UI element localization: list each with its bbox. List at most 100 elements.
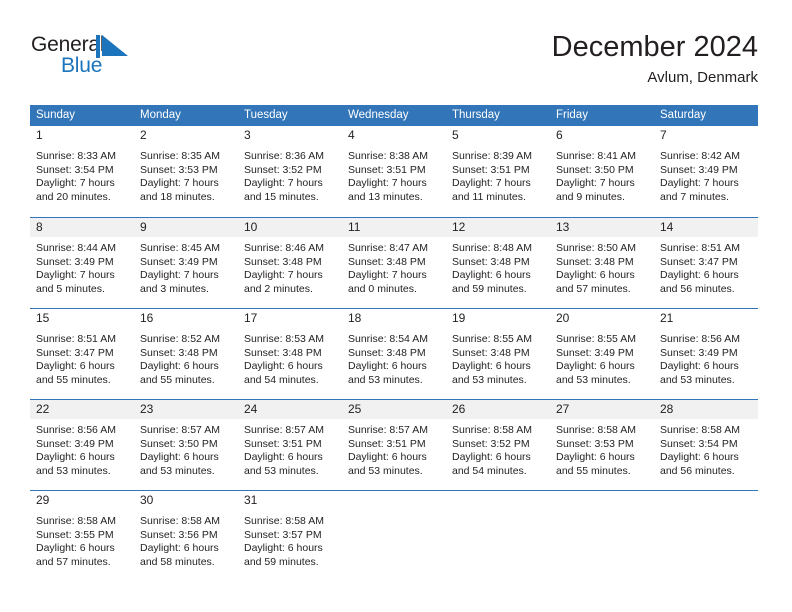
calendar-day-cell[interactable]: 2 Sunrise: 8:35 AM Sunset: 3:53 PM Daylight… xyxy=(134,126,238,217)
day-number: 17 xyxy=(238,309,342,328)
day-sun-info: Sunrise: 8:56 AM Sunset: 3:49 PM Daylight:… xyxy=(654,328,758,387)
calendar-day-cell[interactable]: 15 Sunrise: 8:51 AM Sunset: 3:47 PM Dayligh… xyxy=(30,309,134,399)
calendar-day-cell[interactable]: 6 Sunrise: 8:41 AM Sunset: 3:50 PM Daylight… xyxy=(550,126,654,217)
day-sun-info: Sunrise: 8:48 AM Sunset: 3:48 PM Daylight:… xyxy=(446,237,550,296)
calendar-day-cell[interactable]: 12 Sunrise: 8:48 AM Sunset: 3:48 PM Dayligh… xyxy=(446,218,550,308)
day-number xyxy=(550,491,654,510)
sunrise-text: Sunrise: 8:57 AM xyxy=(140,424,220,436)
daylight-text-line1: Daylight: 6 hours xyxy=(244,542,323,555)
calendar-day-cell[interactable]: 30 Sunrise: 8:58 AM Sunset: 3:56 PM Dayligh… xyxy=(134,491,238,581)
day-sun-info: Sunrise: 8:36 AM Sunset: 3:52 PM Daylight:… xyxy=(238,145,342,204)
day-sun-info: Sunrise: 8:46 AM Sunset: 3:48 PM Daylight:… xyxy=(238,237,342,296)
sunset-text: Sunset: 3:49 PM xyxy=(660,346,738,359)
day-number: 7 xyxy=(654,126,758,145)
day-sun-info: Sunrise: 8:44 AM Sunset: 3:49 PM Daylight:… xyxy=(30,237,134,296)
calendar-day-cell[interactable]: 21 Sunrise: 8:56 AM Sunset: 3:49 PM Dayligh… xyxy=(654,309,758,399)
calendar-grid: Sunday Monday Tuesday Wednesday Thursday… xyxy=(30,105,758,581)
day-sun-info: Sunrise: 8:45 AM Sunset: 3:49 PM Daylight:… xyxy=(134,237,238,296)
calendar-day-cell[interactable]: 10 Sunrise: 8:46 AM Sunset: 3:48 PM Dayligh… xyxy=(238,218,342,308)
sunrise-text: Sunrise: 8:38 AM xyxy=(348,150,428,162)
sunrise-text: Sunrise: 8:51 AM xyxy=(36,333,116,345)
day-sun-info: Sunrise: 8:56 AM Sunset: 3:49 PM Daylight:… xyxy=(30,419,134,478)
calendar-day-cell[interactable]: 3 Sunrise: 8:36 AM Sunset: 3:52 PM Daylight… xyxy=(238,126,342,217)
daylight-text-line1: Daylight: 6 hours xyxy=(348,451,427,464)
calendar-day-cell[interactable]: 17 Sunrise: 8:53 AM Sunset: 3:48 PM Dayligh… xyxy=(238,309,342,399)
calendar-day-cell[interactable]: 1 Sunrise: 8:33 AM Sunset: 3:54 PM Daylight… xyxy=(30,126,134,217)
daylight-text-line2: and 55 minutes. xyxy=(140,373,215,386)
sunset-text: Sunset: 3:48 PM xyxy=(140,346,218,359)
sunset-text: Sunset: 3:50 PM xyxy=(140,437,218,450)
weekday-header-sunday: Sunday xyxy=(36,109,76,121)
daylight-text-line1: Daylight: 6 hours xyxy=(452,269,531,282)
day-sun-info: Sunrise: 8:51 AM Sunset: 3:47 PM Daylight:… xyxy=(30,328,134,387)
daylight-text-line2: and 53 minutes. xyxy=(348,373,423,386)
weekday-header-wednesday: Wednesday xyxy=(348,109,409,121)
sunset-text: Sunset: 3:57 PM xyxy=(244,528,322,541)
day-number: 27 xyxy=(550,400,654,419)
page-title: December 2024 xyxy=(551,31,758,63)
daylight-text-line1: Daylight: 7 hours xyxy=(140,177,219,190)
day-sun-info: Sunrise: 8:57 AM Sunset: 3:51 PM Daylight:… xyxy=(238,419,342,478)
day-number xyxy=(342,491,446,510)
daylight-text-line1: Daylight: 6 hours xyxy=(452,451,531,464)
calendar-day-cell[interactable]: 4 Sunrise: 8:38 AM Sunset: 3:51 PM Daylight… xyxy=(342,126,446,217)
sunset-text: Sunset: 3:51 PM xyxy=(244,437,322,450)
calendar-day-cell[interactable]: 20 Sunrise: 8:55 AM Sunset: 3:49 PM Dayligh… xyxy=(550,309,654,399)
calendar-day-cell[interactable]: 16 Sunrise: 8:52 AM Sunset: 3:48 PM Dayligh… xyxy=(134,309,238,399)
sunrise-text: Sunrise: 8:58 AM xyxy=(244,515,324,527)
day-number: 29 xyxy=(30,491,134,510)
sunset-text: Sunset: 3:48 PM xyxy=(556,255,634,268)
day-sun-info xyxy=(342,510,446,515)
calendar-day-cell[interactable]: 18 Sunrise: 8:54 AM Sunset: 3:48 PM Dayligh… xyxy=(342,309,446,399)
day-number: 28 xyxy=(654,400,758,419)
sunset-text: Sunset: 3:52 PM xyxy=(452,437,530,450)
sunset-text: Sunset: 3:49 PM xyxy=(660,163,738,176)
daylight-text-line1: Daylight: 7 hours xyxy=(140,269,219,282)
weekday-header-friday: Friday xyxy=(556,109,588,121)
daylight-text-line1: Daylight: 6 hours xyxy=(244,451,323,464)
calendar-day-cell-empty xyxy=(342,491,446,581)
day-sun-info: Sunrise: 8:58 AM Sunset: 3:52 PM Daylight:… xyxy=(446,419,550,478)
daylight-text-line2: and 53 minutes. xyxy=(348,464,423,477)
day-number: 14 xyxy=(654,218,758,237)
calendar-day-cell-empty xyxy=(550,491,654,581)
sunset-text: Sunset: 3:48 PM xyxy=(348,255,426,268)
daylight-text-line1: Daylight: 6 hours xyxy=(452,360,531,373)
day-sun-info: Sunrise: 8:35 AM Sunset: 3:53 PM Daylight:… xyxy=(134,145,238,204)
calendar-day-cell[interactable]: 14 Sunrise: 8:51 AM Sunset: 3:47 PM Dayligh… xyxy=(654,218,758,308)
weekday-header-thursday: Thursday xyxy=(452,109,500,121)
calendar-day-cell[interactable]: 5 Sunrise: 8:39 AM Sunset: 3:51 PM Daylight… xyxy=(446,126,550,217)
calendar-day-cell[interactable]: 9 Sunrise: 8:45 AM Sunset: 3:49 PM Daylight… xyxy=(134,218,238,308)
calendar-day-cell[interactable]: 26 Sunrise: 8:58 AM Sunset: 3:52 PM Dayligh… xyxy=(446,400,550,490)
calendar-day-cell[interactable]: 7 Sunrise: 8:42 AM Sunset: 3:49 PM Daylight… xyxy=(654,126,758,217)
calendar-day-cell[interactable]: 24 Sunrise: 8:57 AM Sunset: 3:51 PM Dayligh… xyxy=(238,400,342,490)
daylight-text-line2: and 54 minutes. xyxy=(244,373,319,386)
sunset-text: Sunset: 3:47 PM xyxy=(660,255,738,268)
calendar-day-cell[interactable]: 27 Sunrise: 8:58 AM Sunset: 3:53 PM Dayligh… xyxy=(550,400,654,490)
day-number: 24 xyxy=(238,400,342,419)
brand-logo[interactable]: General Blue xyxy=(30,34,160,88)
calendar-day-cell[interactable]: 11 Sunrise: 8:47 AM Sunset: 3:48 PM Dayligh… xyxy=(342,218,446,308)
sunrise-text: Sunrise: 8:52 AM xyxy=(140,333,220,345)
sunset-text: Sunset: 3:54 PM xyxy=(660,437,738,450)
calendar-day-cell[interactable]: 13 Sunrise: 8:50 AM Sunset: 3:48 PM Dayligh… xyxy=(550,218,654,308)
calendar-day-cell[interactable]: 8 Sunrise: 8:44 AM Sunset: 3:49 PM Daylight… xyxy=(30,218,134,308)
daylight-text-line1: Daylight: 6 hours xyxy=(36,451,115,464)
calendar-day-cell[interactable]: 31 Sunrise: 8:58 AM Sunset: 3:57 PM Dayligh… xyxy=(238,491,342,581)
day-number: 19 xyxy=(446,309,550,328)
calendar-week-row: 22 Sunrise: 8:56 AM Sunset: 3:49 PM Dayligh… xyxy=(30,399,758,490)
day-number xyxy=(654,491,758,510)
day-number: 10 xyxy=(238,218,342,237)
calendar-day-cell[interactable]: 23 Sunrise: 8:57 AM Sunset: 3:50 PM Dayligh… xyxy=(134,400,238,490)
sunset-text: Sunset: 3:51 PM xyxy=(348,437,426,450)
calendar-day-cell[interactable]: 29 Sunrise: 8:58 AM Sunset: 3:55 PM Dayligh… xyxy=(30,491,134,581)
daylight-text-line2: and 56 minutes. xyxy=(660,282,735,295)
calendar-day-cell[interactable]: 22 Sunrise: 8:56 AM Sunset: 3:49 PM Dayligh… xyxy=(30,400,134,490)
calendar-day-cell[interactable]: 28 Sunrise: 8:58 AM Sunset: 3:54 PM Dayligh… xyxy=(654,400,758,490)
sunrise-text: Sunrise: 8:33 AM xyxy=(36,150,116,162)
day-sun-info: Sunrise: 8:58 AM Sunset: 3:56 PM Daylight:… xyxy=(134,510,238,569)
calendar-day-cell[interactable]: 19 Sunrise: 8:55 AM Sunset: 3:48 PM Dayligh… xyxy=(446,309,550,399)
daylight-text-line1: Daylight: 6 hours xyxy=(36,360,115,373)
calendar-day-cell[interactable]: 25 Sunrise: 8:57 AM Sunset: 3:51 PM Dayligh… xyxy=(342,400,446,490)
sunrise-text: Sunrise: 8:55 AM xyxy=(452,333,532,345)
